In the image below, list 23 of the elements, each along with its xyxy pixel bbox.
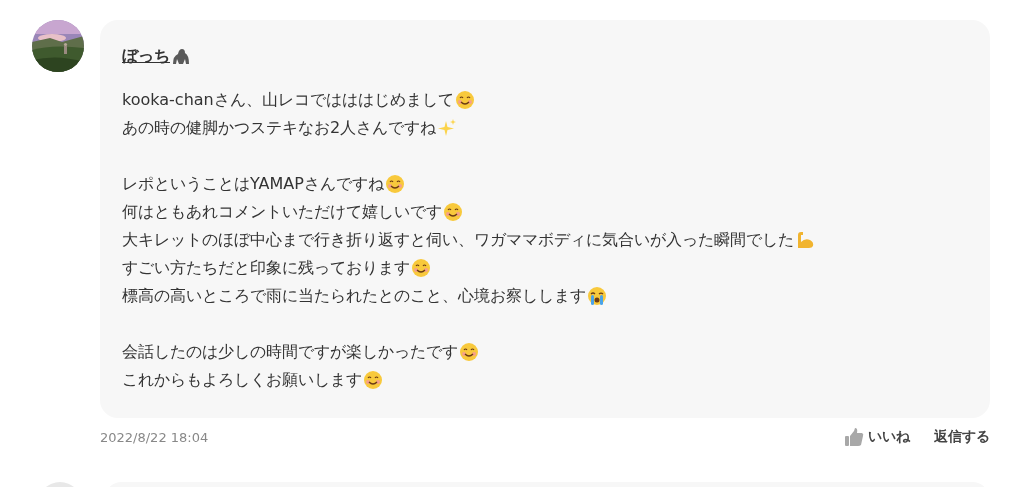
author-name-link[interactable]: ぼっち [122, 45, 170, 67]
crying-face-icon [587, 286, 607, 306]
thumbs-up-icon [844, 427, 864, 447]
smiling-face-icon [443, 202, 463, 222]
like-button[interactable]: いいね [844, 427, 910, 447]
comment-text: あの時の健脚かつステキなお2人さんですね [122, 117, 437, 139]
smiling-face-icon [459, 342, 479, 362]
comment-text: すごい方たちだと印象に残っております [122, 257, 410, 279]
smiling-face-icon [363, 370, 383, 390]
smiling-face-icon [411, 258, 431, 278]
comment-text: kooka-chanさん、山レコではははじめまして [122, 89, 454, 111]
reply-button[interactable]: 返信する [934, 427, 990, 447]
gorilla-icon [171, 46, 191, 66]
comment-text: 会話したのは少しの時間ですが楽しかったです [122, 341, 458, 363]
comment-text: 標高の高いところで雨に当たられたとのこと、心境お察しします [122, 285, 586, 307]
smiling-face-icon [454, 90, 475, 110]
comment-text: 大キレットのほぼ中心まで行き折り返すと伺い、ワガママボディに気合いが入った瞬間でした [122, 229, 794, 251]
smiling-face-icon [384, 174, 405, 194]
comment-text: 何はともあれコメントいただけて嬉しいです [122, 201, 442, 223]
comment-text: レポということはYAMAPさんですね [122, 173, 384, 195]
flexed-arm-icon [795, 230, 815, 250]
comment-date: 2022/8/22 18:04 [100, 429, 209, 445]
comment-text: これからもよろしくお願いします [122, 369, 362, 391]
